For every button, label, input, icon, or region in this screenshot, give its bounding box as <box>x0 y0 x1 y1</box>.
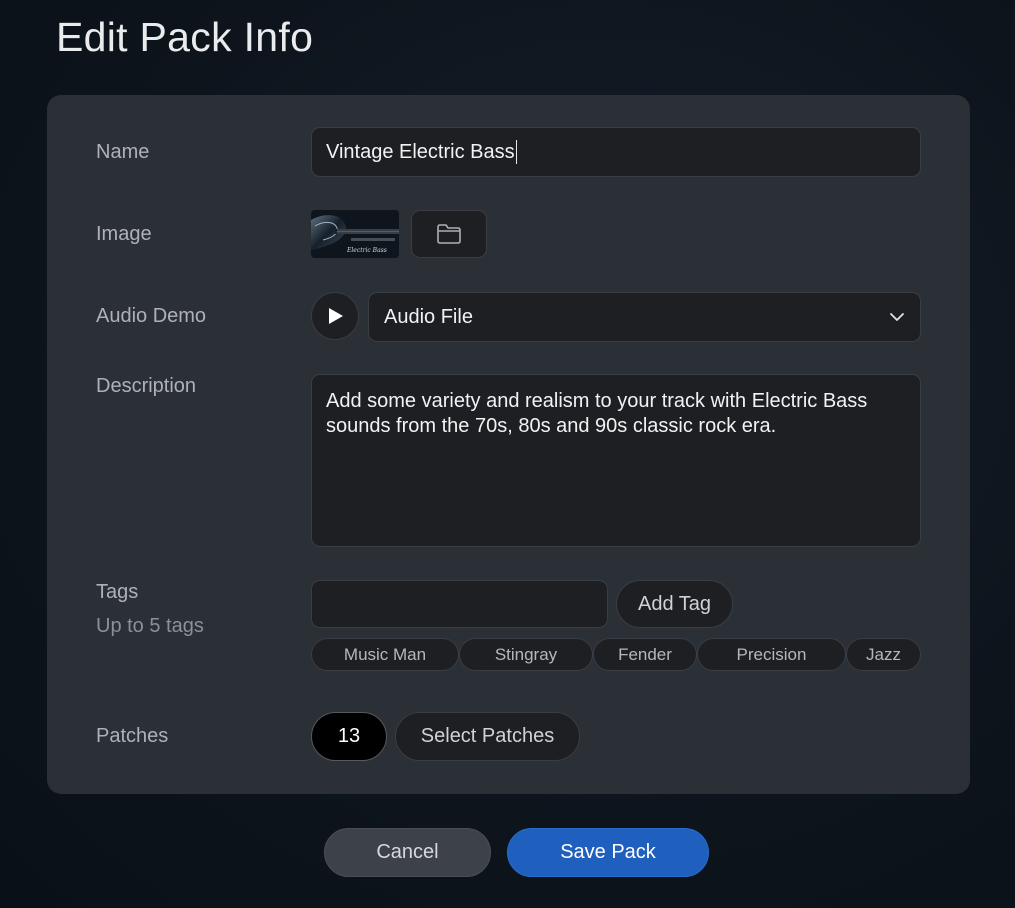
patches-label: Patches <box>96 725 169 747</box>
name-label: Name <box>96 141 150 163</box>
description-textarea[interactable]: Add some variety and realism to your tra… <box>311 374 921 547</box>
tag-chip-jazz[interactable]: Jazz <box>846 638 921 671</box>
audio-demo-label: Audio Demo <box>96 305 207 327</box>
page-title: Edit Pack Info <box>56 14 314 60</box>
pack-image-caption: Electric Bass <box>347 247 387 254</box>
folder-icon <box>437 224 461 244</box>
patches-count-badge: 13 <box>311 712 387 761</box>
select-patches-button[interactable]: Select Patches <box>395 712 580 761</box>
tag-chip-precision[interactable]: Precision <box>697 638 846 671</box>
audio-source-selected: Audio File <box>384 305 473 328</box>
edit-pack-panel: Name Vintage Electric Bass Image Electri… <box>47 95 970 794</box>
play-icon <box>329 308 343 324</box>
play-audio-button[interactable] <box>311 292 359 340</box>
add-tag-button[interactable]: Add Tag <box>616 580 733 628</box>
browse-image-button[interactable] <box>411 210 487 258</box>
image-label: Image <box>96 223 152 245</box>
save-pack-button[interactable]: Save Pack <box>507 828 709 877</box>
name-input[interactable]: Vintage Electric Bass <box>311 127 921 177</box>
chevron-down-icon <box>890 313 904 321</box>
name-input-value: Vintage Electric Bass <box>326 140 515 163</box>
text-caret <box>515 140 518 164</box>
tags-label: Tags <box>96 581 139 603</box>
cancel-button[interactable]: Cancel <box>324 828 491 877</box>
tag-chip-stingray[interactable]: Stingray <box>459 638 593 671</box>
pack-image-thumbnail[interactable]: Electric Bass <box>311 210 399 258</box>
tags-hint: Up to 5 tags <box>96 615 204 637</box>
tag-chip-music-man[interactable]: Music Man <box>311 638 459 671</box>
tag-input[interactable] <box>311 580 608 628</box>
tag-chip-fender[interactable]: Fender <box>593 638 697 671</box>
description-label: Description <box>96 375 197 397</box>
audio-source-select[interactable]: Audio File <box>368 292 921 342</box>
